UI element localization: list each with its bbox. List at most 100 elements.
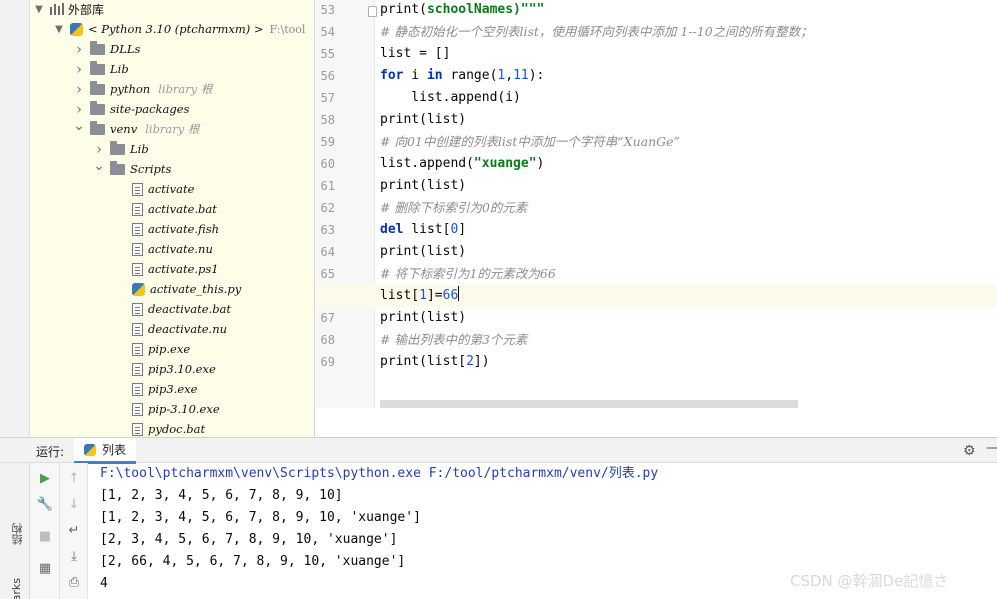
tree-node-label: activate.bat: [148, 202, 217, 216]
code-line[interactable]: print(list): [380, 109, 466, 131]
console-output-line: [1, 2, 3, 4, 5, 6, 7, 8, 9, 10, 'xuange'…: [100, 510, 421, 525]
tree-node-label: pip3.exe: [148, 382, 198, 396]
tree-node-label: pip3.10.exe: [148, 362, 216, 376]
code-line[interactable]: # 静态初始化一个空列表list，使用循环向列表中添加 1--10之间的所有整数…: [380, 21, 813, 43]
tree-node[interactable]: activate: [114, 179, 194, 199]
tree-node[interactable]: pip.exe: [114, 339, 190, 359]
horizontal-scrollbar[interactable]: [380, 400, 798, 408]
chevron-right-icon[interactable]: ›: [92, 140, 106, 158]
code-token: ): [536, 156, 545, 171]
tree-node-interpreter[interactable]: ▼ < Python 3.10 (ptcharmxm) > F:\tool: [52, 19, 305, 39]
tree-node[interactable]: › python library 根: [72, 79, 212, 99]
tree-node-label: Scripts: [130, 162, 172, 176]
code-line[interactable]: # 向01中创建的列表list中添加一个字符串“XuanGe”: [380, 131, 680, 153]
tree-node-label: site-packages: [110, 102, 190, 116]
code-line[interactable]: # 删除下标索引为0的元素: [380, 197, 527, 219]
tree-node-label: activate_this.py: [150, 282, 242, 296]
code-line[interactable]: print(schoolNames)""": [380, 0, 544, 21]
print-icon[interactable]: ⎙: [65, 573, 83, 591]
code-line[interactable]: print(list): [380, 175, 466, 197]
code-line[interactable]: print(list[2]): [380, 351, 490, 373]
chevron-down-icon[interactable]: ▼: [52, 22, 66, 36]
tree-node[interactable]: activate_this.py: [114, 279, 241, 299]
stop-icon[interactable]: ■: [36, 527, 54, 545]
arrow-down-icon[interactable]: ↓: [65, 495, 83, 513]
run-tab-list[interactable]: 列表: [74, 438, 136, 464]
chevron-down-icon[interactable]: ⌄: [92, 158, 106, 174]
code-line[interactable]: # 输出列表中的第3个元素: [380, 329, 527, 351]
run-label: 运行:: [36, 445, 65, 459]
tree-node[interactable]: pip3.10.exe: [114, 359, 216, 379]
code-line[interactable]: del list[0]: [380, 219, 466, 241]
file-icon: [132, 262, 143, 276]
code-token: print(list): [380, 310, 467, 325]
tree-node[interactable]: › DLLs: [72, 39, 140, 59]
code-line[interactable]: list[1]=66: [380, 285, 460, 307]
gutter-divider: [374, 0, 375, 408]
tree-node[interactable]: › site-packages: [72, 99, 189, 119]
code-line[interactable]: list.append(i): [380, 87, 521, 109]
tree-node[interactable]: pip3.exe: [114, 379, 197, 399]
chevron-right-icon[interactable]: ›: [72, 60, 86, 78]
project-tree: ▼ 外部库 ▼ < Python 3.10 (ptcharmxm) > F:\t…: [0, 0, 315, 437]
chevron-down-icon[interactable]: ⌄: [72, 118, 86, 134]
soft-wrap-icon[interactable]: ↵: [65, 521, 83, 539]
folder-icon: [110, 140, 125, 155]
tree-node-label: deactivate.nu: [148, 322, 228, 336]
tree-node-label: activate.nu: [148, 242, 213, 256]
tree-node[interactable]: pip-3.10.exe: [114, 399, 220, 419]
run-tab-label: 列表: [102, 443, 127, 457]
tree-node-note: library 根: [158, 82, 213, 96]
tree-node[interactable]: ⌄ Scripts: [92, 158, 172, 179]
play-icon[interactable]: ▶: [36, 469, 54, 487]
chevron-down-icon[interactable]: ▼: [32, 2, 46, 16]
tree-node-label: Lib: [110, 62, 129, 76]
code-line[interactable]: print(list): [380, 307, 466, 329]
tree-node[interactable]: activate.nu: [114, 239, 213, 259]
tree-node[interactable]: activate.fish: [114, 219, 219, 239]
tree-node-label: pydoc.bat: [148, 422, 206, 436]
tree-node[interactable]: pydoc.bat: [114, 419, 205, 437]
tree-node[interactable]: activate.ps1: [114, 259, 219, 279]
tree-node-external-libraries[interactable]: ▼ 外部库: [32, 0, 104, 19]
tree-node[interactable]: › Lib: [92, 139, 149, 159]
minus-icon[interactable]: —: [986, 440, 997, 456]
code-line[interactable]: list.append("xuange"): [380, 153, 544, 175]
tree-node-label: venv: [110, 122, 138, 136]
fold-marker-icon[interactable]: [368, 6, 377, 17]
code-line[interactable]: list = []: [380, 43, 450, 65]
library-icon: [50, 3, 64, 15]
interpreter-path: F:\tool: [269, 22, 306, 36]
tree-gutter-strip: [0, 0, 30, 437]
bookmarks-side-tab[interactable]: arks: [10, 578, 23, 599]
code-line[interactable]: # 将下标索引为1的元素改为66: [380, 263, 556, 285]
file-icon: [132, 402, 143, 416]
console-command-line: F:\tool\ptcharmxm\venv\Scripts\python.ex…: [100, 466, 659, 481]
chevron-right-icon[interactable]: ›: [72, 80, 86, 98]
gear-icon[interactable]: ⚙: [963, 443, 976, 459]
layout-icon[interactable]: ▦: [36, 559, 54, 577]
scroll-to-end-icon[interactable]: ⤓: [65, 547, 83, 565]
line-number: 61: [320, 179, 335, 193]
arrow-up-icon[interactable]: ↑: [65, 469, 83, 487]
line-number: 67: [320, 311, 335, 325]
code-line[interactable]: print(list): [380, 241, 466, 263]
tree-node[interactable]: deactivate.bat: [114, 299, 231, 319]
editor-gutter: 5354555657585960616263646566676869: [315, 0, 375, 408]
folder-icon: [90, 120, 105, 135]
wrench-icon[interactable]: 🔧: [36, 495, 54, 513]
tree-node[interactable]: › Lib: [72, 59, 129, 79]
code-line[interactable]: for i in range(1,11):: [380, 65, 544, 87]
chevron-right-icon[interactable]: ›: [72, 40, 86, 58]
console-output-line: [1, 2, 3, 4, 5, 6, 7, 8, 9, 10]: [100, 488, 343, 503]
folder-icon: [90, 80, 105, 95]
tree-node[interactable]: ⌄ venv library 根: [72, 118, 199, 139]
tree-node[interactable]: activate.bat: [114, 199, 217, 219]
code-token: ]: [458, 222, 467, 237]
tree-node-label: activate.fish: [148, 222, 220, 236]
tree-node[interactable]: deactivate.nu: [114, 319, 227, 339]
structure-side-tab[interactable]: 结构: [10, 523, 26, 545]
chevron-right-icon[interactable]: ›: [72, 100, 86, 118]
console-output-line: [2, 66, 4, 5, 6, 7, 8, 9, 10, 'xuange']: [100, 554, 406, 569]
code-token: 66: [442, 288, 459, 303]
